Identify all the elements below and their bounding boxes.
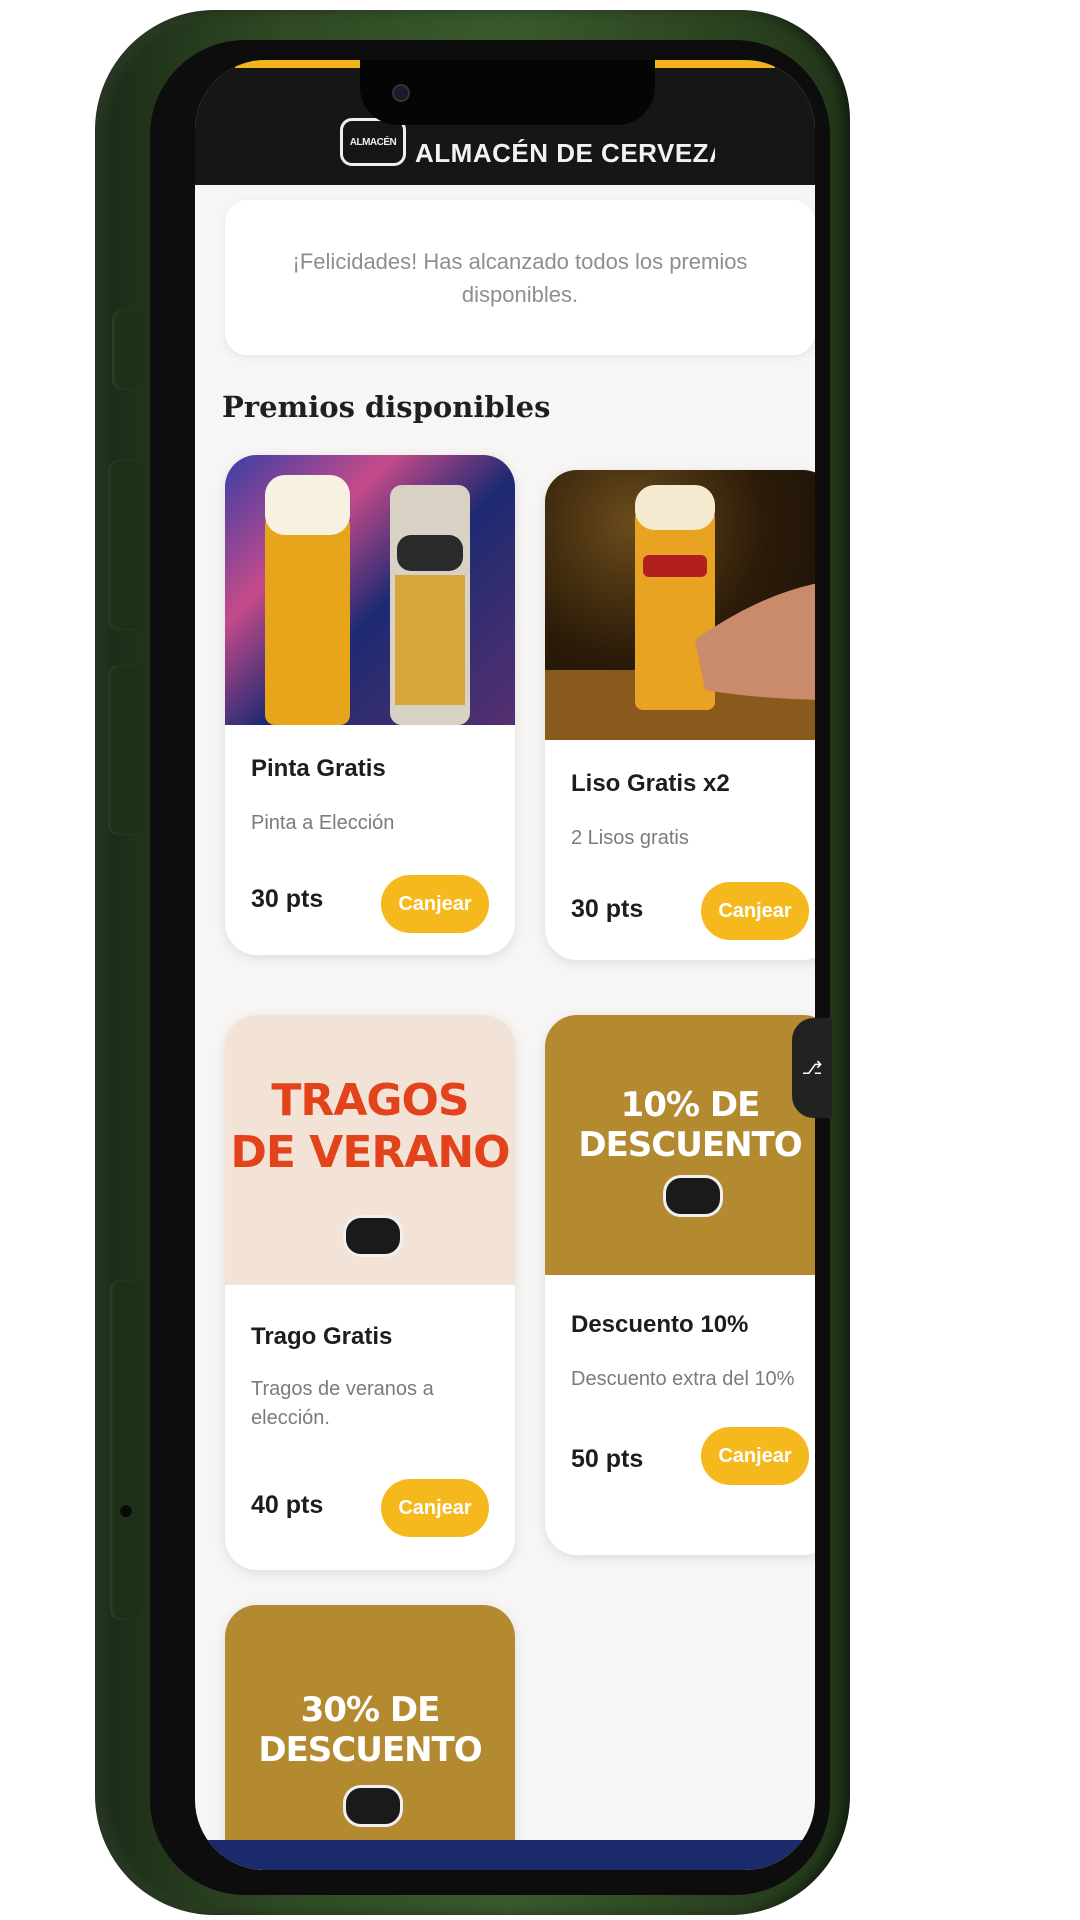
promo-headline: DE VERANO	[230, 1127, 510, 1178]
reward-card[interactable]: Pinta Gratis Pinta a Elección 30 pts Can…	[225, 455, 515, 955]
reward-image: 30% DE DESCUENTO	[225, 1605, 515, 1870]
reward-image: TRAGOS DE VERANO	[225, 1015, 515, 1285]
congrats-banner: ¡Felicidades! Has alcanzado todos los pr…	[225, 200, 815, 355]
reward-title: Descuento 10%	[571, 1311, 749, 1338]
side-button	[110, 1280, 142, 1620]
reward-card[interactable]: 30% DE DESCUENTO	[225, 1605, 515, 1870]
reward-description: Pinta a Elección	[251, 812, 395, 834]
accent-bar-right	[635, 60, 775, 68]
reward-image	[225, 455, 515, 725]
floating-tab-icon[interactable]: ⎇	[792, 1018, 832, 1118]
reward-card[interactable]: TRAGOS DE VERANO Trago Gratis Tragos de …	[225, 1015, 515, 1570]
reward-points: 40 pts	[251, 1491, 324, 1519]
volume-down-button	[108, 665, 144, 835]
bottom-nav-strip	[195, 1840, 815, 1870]
promo-headline: 10% DE DESCUENTO	[578, 1085, 802, 1165]
hand-holding-beer-photo	[545, 485, 815, 740]
reward-card[interactable]: 10% DE DESCUENTO Descuento 10% Descuento…	[545, 1015, 815, 1555]
reward-title: Liso Gratis x2	[571, 770, 730, 797]
section-title: Premios disponibles	[222, 390, 551, 424]
reward-description: Descuento extra del 10%	[571, 1368, 795, 1390]
brand-name: ALMACÉN DE CERVEZAS	[415, 138, 715, 168]
volume-up-button	[108, 460, 144, 630]
brand-badge-icon	[343, 1215, 403, 1257]
brand-badge-icon	[663, 1175, 723, 1217]
reward-card[interactable]: Liso Gratis x2 2 Lisos gratis 30 pts Can…	[545, 470, 815, 960]
accent-bar-left	[235, 60, 375, 68]
camera-icon	[392, 84, 410, 102]
device-mockup: ALMACÉN ALMACÉN DE CERVEZAS ¡Felicidades…	[0, 0, 1080, 1920]
reward-points: 50 pts	[571, 1445, 644, 1473]
app-header: ALMACÉN ALMACÉN DE CERVEZAS	[195, 60, 815, 185]
beer-glass-and-can-photo	[265, 475, 470, 725]
reward-image: 10% DE DESCUENTO	[545, 1015, 815, 1275]
brand-logo[interactable]: ALMACÉN	[340, 118, 406, 166]
promo-headline: TRAGOS	[271, 1075, 469, 1126]
redeem-button[interactable]: Canjear	[701, 882, 809, 940]
sim-tray	[120, 1505, 132, 1517]
silent-switch	[112, 310, 142, 390]
reward-points: 30 pts	[251, 885, 324, 913]
redeem-button[interactable]: Canjear	[381, 1479, 489, 1537]
reward-description: Tragos de veranos a elección.	[251, 1378, 434, 1429]
app-screen: ALMACÉN ALMACÉN DE CERVEZAS ¡Felicidades…	[195, 60, 815, 1870]
reward-title: Trago Gratis	[251, 1323, 393, 1350]
reward-image	[545, 470, 815, 740]
redeem-button[interactable]: Canjear	[701, 1427, 809, 1485]
promo-headline: 30% DE DESCUENTO	[258, 1690, 482, 1770]
reward-title: Pinta Gratis	[251, 755, 386, 782]
reward-description: 2 Lisos gratis	[571, 827, 689, 849]
brand-badge-icon	[343, 1785, 403, 1827]
reward-points: 30 pts	[571, 895, 644, 923]
redeem-button[interactable]: Canjear	[381, 875, 489, 933]
